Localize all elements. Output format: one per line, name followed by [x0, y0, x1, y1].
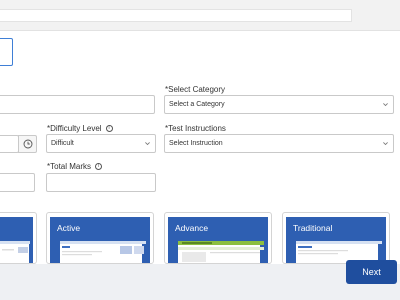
duration-input[interactable] [0, 135, 19, 153]
clock-icon [23, 139, 32, 149]
theme-preview: Active [50, 217, 150, 263]
next-button[interactable]: Next [346, 260, 397, 284]
chevron-down-icon [145, 142, 150, 146]
difficulty-label: *Difficulty Level i [47, 124, 113, 133]
category-select-value: Select a Category [169, 101, 225, 108]
theme-title: Active [57, 223, 81, 233]
chevron-down-icon [383, 142, 388, 146]
info-icon[interactable]: i [95, 163, 103, 170]
instructions-label: *Test Instructions [165, 124, 226, 133]
info-icon[interactable]: i [105, 125, 113, 132]
total-marks-label: *Total Marks i [47, 162, 103, 171]
theme-card-active[interactable]: Active [46, 212, 154, 264]
theme-preview-graphic [60, 241, 146, 256]
theme-preview: Advance [168, 217, 268, 263]
theme-preview-graphic [0, 241, 30, 253]
theme-screenshot [60, 241, 146, 263]
theme-screenshot [0, 241, 30, 263]
total-marks-input[interactable] [46, 173, 156, 192]
theme-preview-graphic [178, 241, 264, 262]
theme-preview: Traditional [286, 217, 386, 263]
instructions-select[interactable]: Select Instruction [164, 134, 394, 153]
category-select[interactable]: Select a Category [164, 95, 394, 114]
difficulty-select[interactable]: Difficult [46, 134, 156, 153]
difficulty-select-value: Difficult [51, 140, 74, 147]
chevron-down-icon [383, 103, 388, 107]
passing-marks-input[interactable] [0, 173, 35, 192]
test-name-input[interactable] [0, 95, 155, 114]
theme-card-default[interactable] [0, 212, 37, 264]
theme-screenshot [178, 241, 264, 263]
theme-card-traditional[interactable]: Traditional [282, 212, 390, 264]
clock-button[interactable] [18, 135, 37, 153]
category-label: *Select Category [165, 85, 226, 94]
selected-option-box[interactable] [0, 38, 13, 66]
theme-title: Advance [175, 223, 209, 233]
theme-title: Traditional [293, 223, 333, 233]
address-bar[interactable] [0, 9, 352, 22]
instructions-select-value: Select Instruction [169, 140, 223, 147]
theme-card-advance[interactable]: Advance [164, 212, 272, 264]
theme-preview [0, 217, 33, 263]
footer-bar [0, 264, 400, 300]
browser-top-bar [0, 0, 400, 31]
